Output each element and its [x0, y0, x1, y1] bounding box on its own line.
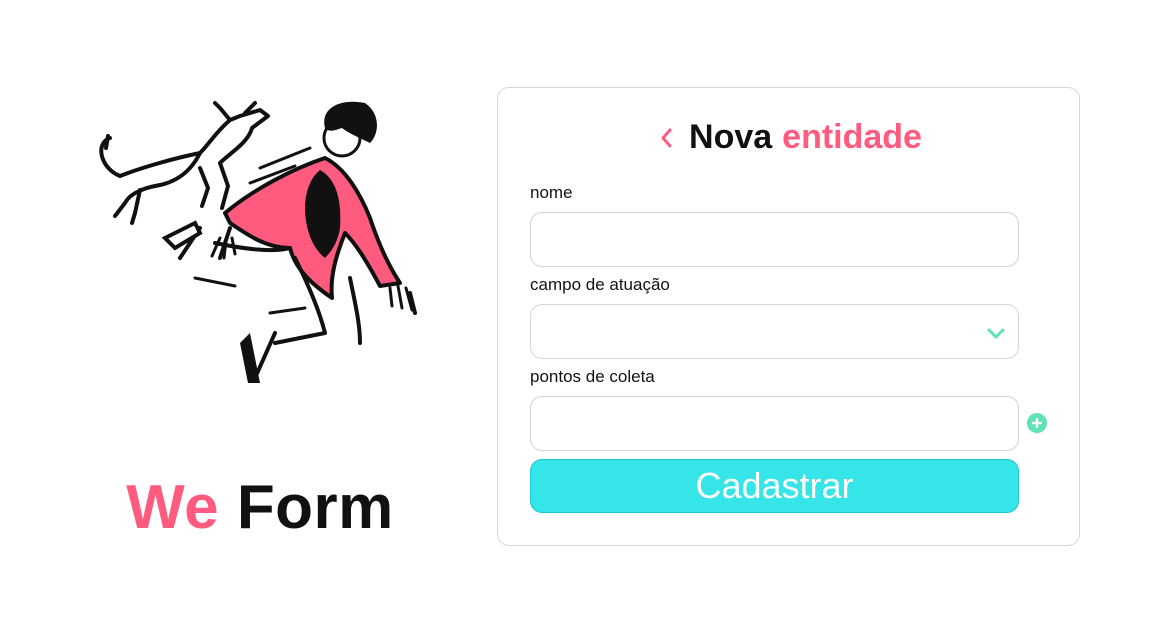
campo-label: campo de atuação: [530, 275, 670, 294]
brand-logo-text: We Form: [60, 472, 460, 543]
pontos-input[interactable]: [530, 396, 1019, 451]
chevron-left-icon: [661, 128, 672, 147]
form-title-part2: entidade: [782, 118, 922, 156]
chevron-down-icon: [987, 328, 1005, 339]
brand-word-form: Form: [236, 473, 394, 542]
brand-word-we: We: [126, 473, 220, 542]
nome-label: nome: [530, 183, 573, 202]
form-title-part1: Nova: [689, 118, 773, 156]
add-point-button[interactable]: [1027, 413, 1047, 433]
campo-select[interactable]: [530, 304, 1019, 359]
new-entity-form-card: Nova entidade nome campo de atuação pont…: [497, 87, 1080, 546]
dog-and-person-illustration: [99, 101, 417, 383]
cadastrar-button[interactable]: Cadastrar: [530, 459, 1019, 513]
pontos-label: pontos de coleta: [530, 367, 655, 386]
brand-panel: We Form: [60, 90, 460, 550]
plus-circle-icon: [1031, 417, 1043, 429]
back-button[interactable]: [655, 121, 677, 155]
nome-input[interactable]: [530, 212, 1019, 267]
form-title: Nova entidade: [498, 118, 1079, 157]
